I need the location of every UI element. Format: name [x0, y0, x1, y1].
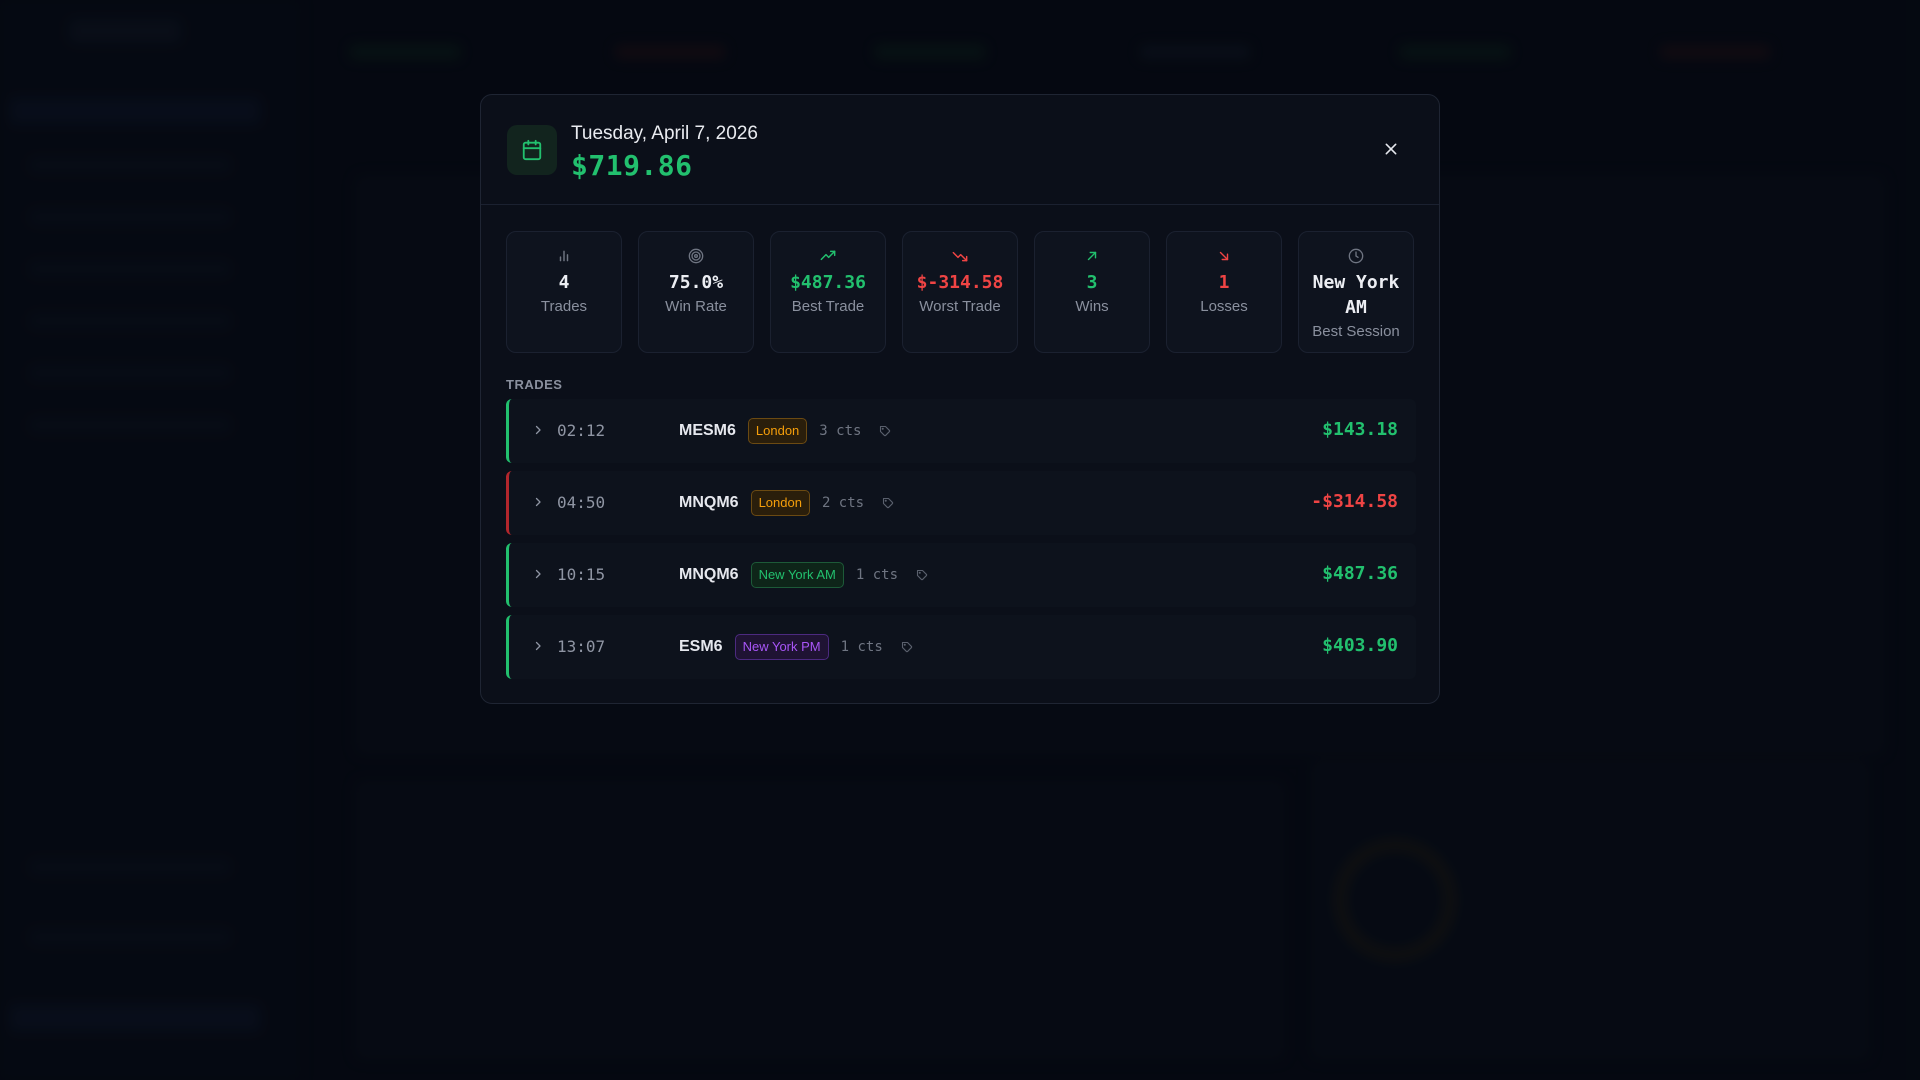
trade-contracts: 2 cts: [821, 495, 865, 511]
trade-time: 04:50: [557, 493, 606, 512]
clock-icon: [1348, 246, 1364, 266]
trade-row[interactable]: 13:07 ESM6 New York PM 1 cts $403.90: [506, 615, 1416, 679]
trade-contracts: 3 cts: [819, 423, 862, 439]
session-badge: New York PM: [734, 634, 829, 660]
trade-pnl: $487.36: [1322, 563, 1398, 584]
trade-contracts: 1 cts: [855, 567, 899, 583]
stat-label: Losses: [1200, 298, 1248, 315]
stat-label: Wins: [1075, 298, 1109, 315]
stat-label: Best Session: [1312, 323, 1400, 340]
chevron-right-icon[interactable]: [529, 565, 547, 583]
tag-icon[interactable]: [916, 569, 928, 581]
stats-row: 4 Trades 75.0% Win Rate $487.36 Best Tra…: [506, 231, 1414, 353]
stat-card-trades: 4 Trades: [506, 231, 622, 353]
tag-icon[interactable]: [879, 425, 891, 437]
trade-row[interactable]: 04:50 MNQM6 London 2 cts -$314.58: [506, 471, 1416, 535]
stat-card-best-trade: $487.36 Best Trade: [770, 231, 886, 353]
trade-row[interactable]: 02:12 MESM6 London 3 cts $143.18: [506, 399, 1416, 463]
chevron-right-icon[interactable]: [529, 637, 547, 655]
stat-label: Win Rate: [665, 298, 727, 315]
stat-label: Worst Trade: [919, 298, 1001, 315]
trade-pnl: $143.18: [1322, 419, 1398, 440]
session-badge: London: [747, 418, 808, 444]
trade-pnl: $403.90: [1322, 635, 1398, 656]
trade-symbol: MNQM6: [679, 494, 739, 511]
arrow-up-right-icon: [1085, 246, 1099, 266]
trade-symbol: MNQM6: [679, 566, 739, 583]
trade-details: MESM6 London 3 cts: [679, 417, 891, 445]
trade-time: 13:07: [557, 637, 606, 656]
session-badge: London: [750, 490, 810, 516]
stat-card-worst-trade: $-314.58 Worst Trade: [902, 231, 1018, 353]
modal-date: Tuesday, April 7, 2026: [571, 123, 758, 144]
trending-down-icon: [952, 246, 968, 266]
trade-pnl: -$314.58: [1311, 491, 1398, 512]
trade-symbol: MESM6: [679, 422, 736, 439]
trade-time: 02:12: [557, 421, 606, 440]
trending-up-icon: [820, 246, 836, 266]
tag-icon[interactable]: [882, 497, 894, 509]
trade-details: MNQM6 New York AM 1 cts: [679, 561, 928, 589]
stat-card-wins: 3 Wins: [1034, 231, 1150, 353]
stat-value: New York AM: [1312, 272, 1400, 318]
stat-value: $-314.58: [916, 272, 1004, 293]
bar-chart-icon: [557, 246, 571, 266]
close-icon: [1385, 143, 1397, 155]
stat-value: 4: [558, 272, 570, 293]
tag-icon[interactable]: [901, 641, 913, 653]
trade-symbol: ESM6: [679, 638, 723, 655]
trade-contracts: 1 cts: [840, 639, 883, 655]
trades-section-label: TRADES: [506, 377, 563, 392]
stat-label: Best Trade: [791, 298, 865, 315]
stat-label: Trades: [540, 298, 588, 315]
chevron-right-icon[interactable]: [529, 421, 547, 439]
stat-value: 75.0%: [668, 272, 724, 293]
trades-list: 02:12 MESM6 London 3 cts $143.18 04:50 M…: [506, 399, 1416, 687]
arrow-down-right-icon: [1217, 246, 1231, 266]
stat-value: 1: [1218, 272, 1230, 293]
trade-details: MNQM6 London 2 cts: [679, 489, 894, 517]
stat-card-win-rate: 75.0% Win Rate: [638, 231, 754, 353]
chevron-right-icon[interactable]: [529, 493, 547, 511]
calendar-icon: [507, 125, 557, 175]
modal-header: Tuesday, April 7, 2026 $719.86: [481, 95, 1439, 205]
stat-card-losses: 1 Losses: [1166, 231, 1282, 353]
target-icon: [688, 246, 704, 266]
stat-card-best-session: New York AM Best Session: [1298, 231, 1414, 353]
close-button[interactable]: [1379, 137, 1403, 161]
trade-details: ESM6 New York PM 1 cts: [679, 633, 913, 661]
stat-value: $487.36: [790, 272, 866, 293]
day-pnl: $719.86: [571, 149, 693, 182]
session-badge: New York AM: [750, 562, 844, 588]
stat-value: 3: [1086, 272, 1098, 293]
day-detail-modal: Tuesday, April 7, 2026 $719.86 4 Trades …: [480, 94, 1440, 704]
trade-time: 10:15: [557, 565, 606, 584]
trade-row[interactable]: 10:15 MNQM6 New York AM 1 cts $487.36: [506, 543, 1416, 607]
